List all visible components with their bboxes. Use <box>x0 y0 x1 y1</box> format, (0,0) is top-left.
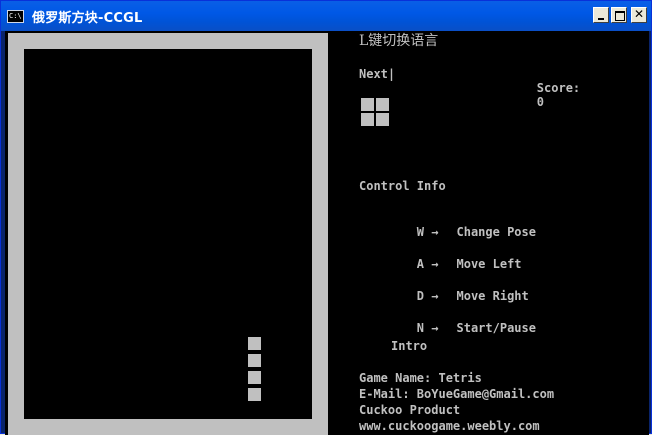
info-panel: L键切换语言 Next| Score: 0 Control Info W → C… <box>332 31 649 435</box>
game-board <box>24 49 312 419</box>
control-key: N <box>416 321 425 335</box>
control-key: A <box>416 257 425 271</box>
control-action: Move Right <box>456 289 529 303</box>
window-controls: ✕ <box>593 7 647 23</box>
control-key: D <box>416 289 425 303</box>
falling-piece-block <box>248 337 261 350</box>
console-app-icon[interactable]: C:\ <box>7 9 24 23</box>
right-arrow-icon: → <box>431 257 439 271</box>
control-action: Start/Pause <box>456 321 536 335</box>
control-row: N → Start/Pause <box>359 307 536 349</box>
maximize-icon[interactable] <box>611 7 627 23</box>
right-arrow-icon: → <box>431 225 439 239</box>
control-action: Move Left <box>456 257 522 271</box>
score-value: 0 <box>536 95 545 109</box>
next-label: Next| <box>359 67 396 81</box>
game-board-frame <box>8 33 328 435</box>
intro-website: www.cuckoogame.weebly.com <box>359 419 540 433</box>
console-window: C:\ 俄罗斯方块-CCGL ✕ L键切换语言 Next| Score: 0 C… <box>0 0 652 435</box>
console-client-area[interactable]: L键切换语言 Next| Score: 0 Control Info W → C… <box>5 31 649 435</box>
falling-piece-block <box>248 354 261 367</box>
right-arrow-icon: → <box>431 289 439 303</box>
intro-product: Cuckoo Product <box>359 403 461 417</box>
falling-piece-block <box>248 388 261 401</box>
falling-piece-block <box>248 371 261 384</box>
next-piece-block <box>361 113 374 126</box>
close-icon[interactable]: ✕ <box>631 7 647 23</box>
title-bar[interactable]: C:\ 俄罗斯方块-CCGL ✕ <box>1 1 651 31</box>
control-info-heading: Control Info <box>359 179 446 193</box>
intro-heading: Intro <box>391 339 428 353</box>
next-piece-block <box>376 98 389 111</box>
control-key: W <box>416 225 425 239</box>
window-title: 俄罗斯方块-CCGL <box>32 10 143 26</box>
intro-email: E-Mail: BoYueGame@Gmail.com <box>359 387 555 401</box>
control-action: Change Pose <box>456 225 536 239</box>
score-label: Score: <box>536 81 581 95</box>
minimize-icon[interactable] <box>593 7 609 23</box>
intro-game-name: Game Name: Tetris <box>359 371 482 385</box>
right-arrow-icon: → <box>431 321 439 335</box>
language-hint: L键切换语言 <box>359 33 439 49</box>
next-piece-block <box>361 98 374 111</box>
next-piece-block <box>376 113 389 126</box>
score-display: Score: 0 <box>479 67 580 123</box>
